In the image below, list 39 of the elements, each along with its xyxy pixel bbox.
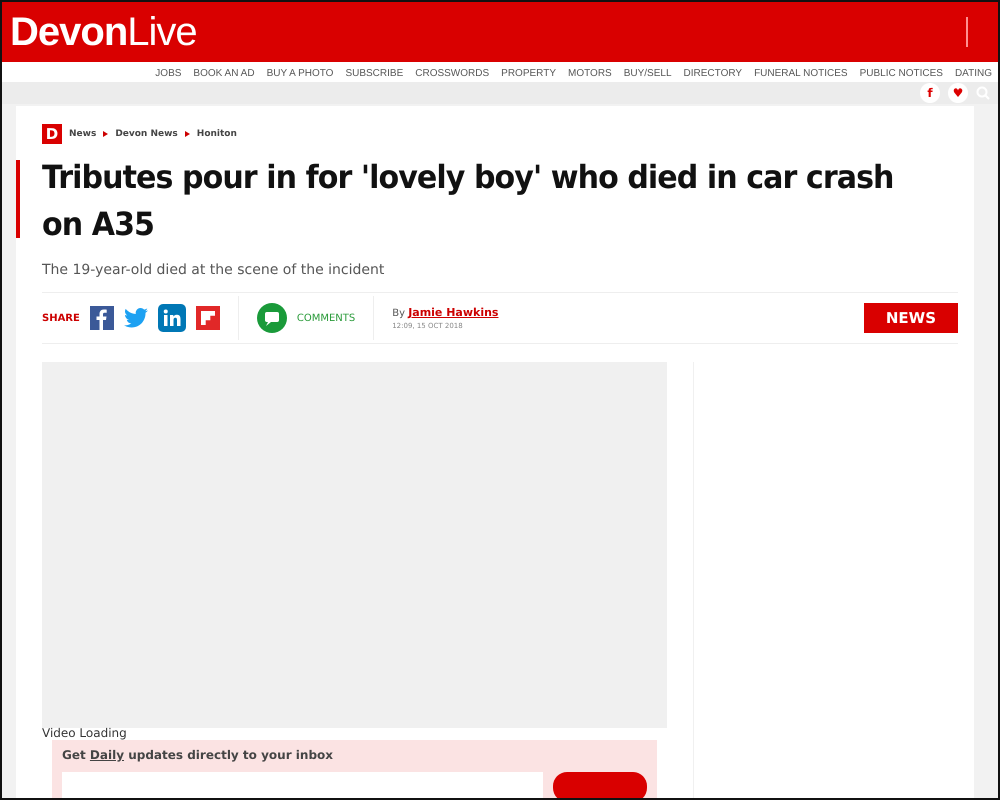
site-logo[interactable]: DevonLive [10, 10, 197, 54]
top-link[interactable]: JOBS [155, 68, 182, 79]
top-link[interactable]: DIRECTORY [684, 68, 742, 79]
breadcrumb-link[interactable]: Honiton [196, 129, 237, 139]
top-link[interactable]: FUNERAL NOTICES [754, 68, 848, 79]
chevron-icon [184, 131, 190, 137]
top-link[interactable]: SUBSCRIBE [345, 68, 404, 79]
comment-icon[interactable] [256, 303, 287, 333]
video-status: Video Loading [42, 726, 128, 740]
flipboard-icon[interactable] [196, 306, 220, 330]
brand-logo: D [42, 124, 62, 144]
top-link[interactable]: BUY A PHOTO [266, 68, 334, 79]
share-label: SHARE [42, 312, 80, 324]
headline: Tributes pour in for 'lovely boy' who died in car crash on A35 [42, 157, 894, 245]
top-link[interactable]: BUY/SELL [624, 68, 672, 79]
subscribe-button[interactable] [553, 772, 647, 798]
section-tag[interactable]: NEWS [864, 303, 958, 333]
top-link[interactable]: PUBLIC NOTICES [860, 68, 943, 79]
byline: By Jamie Hawkins [392, 306, 498, 319]
facebook-icon[interactable] [90, 306, 114, 330]
breadcrumb-link[interactable]: News [69, 129, 96, 139]
email-field[interactable] [62, 772, 543, 798]
comments-link[interactable]: COMMENTS [296, 312, 356, 324]
chevron-icon [103, 131, 108, 137]
top-link[interactable]: CROSSWORDS [415, 68, 490, 79]
breadcrumb-link[interactable]: Devon News [115, 129, 178, 139]
twitter-button[interactable]: ♥ [948, 83, 968, 103]
author-link[interactable]: Jamie Hawkins [408, 306, 498, 319]
top-link[interactable]: DATING [954, 68, 992, 79]
newsletter-link[interactable]: Daily [90, 748, 124, 762]
top-link[interactable]: MOTORS [568, 68, 612, 79]
top-link[interactable]: PROPERTY [501, 68, 556, 79]
header-divider [966, 17, 968, 47]
top-link[interactable]: BOOK AN AD [193, 68, 255, 79]
newsletter-prompt: Get Daily updates directly to your inbox [62, 748, 334, 762]
facebook-button[interactable]: f [920, 83, 940, 103]
twitter-icon[interactable] [124, 307, 148, 329]
linkedin-icon[interactable] [158, 304, 186, 332]
standfirst: The 19-year-old died at the scene of the incident [42, 262, 386, 278]
